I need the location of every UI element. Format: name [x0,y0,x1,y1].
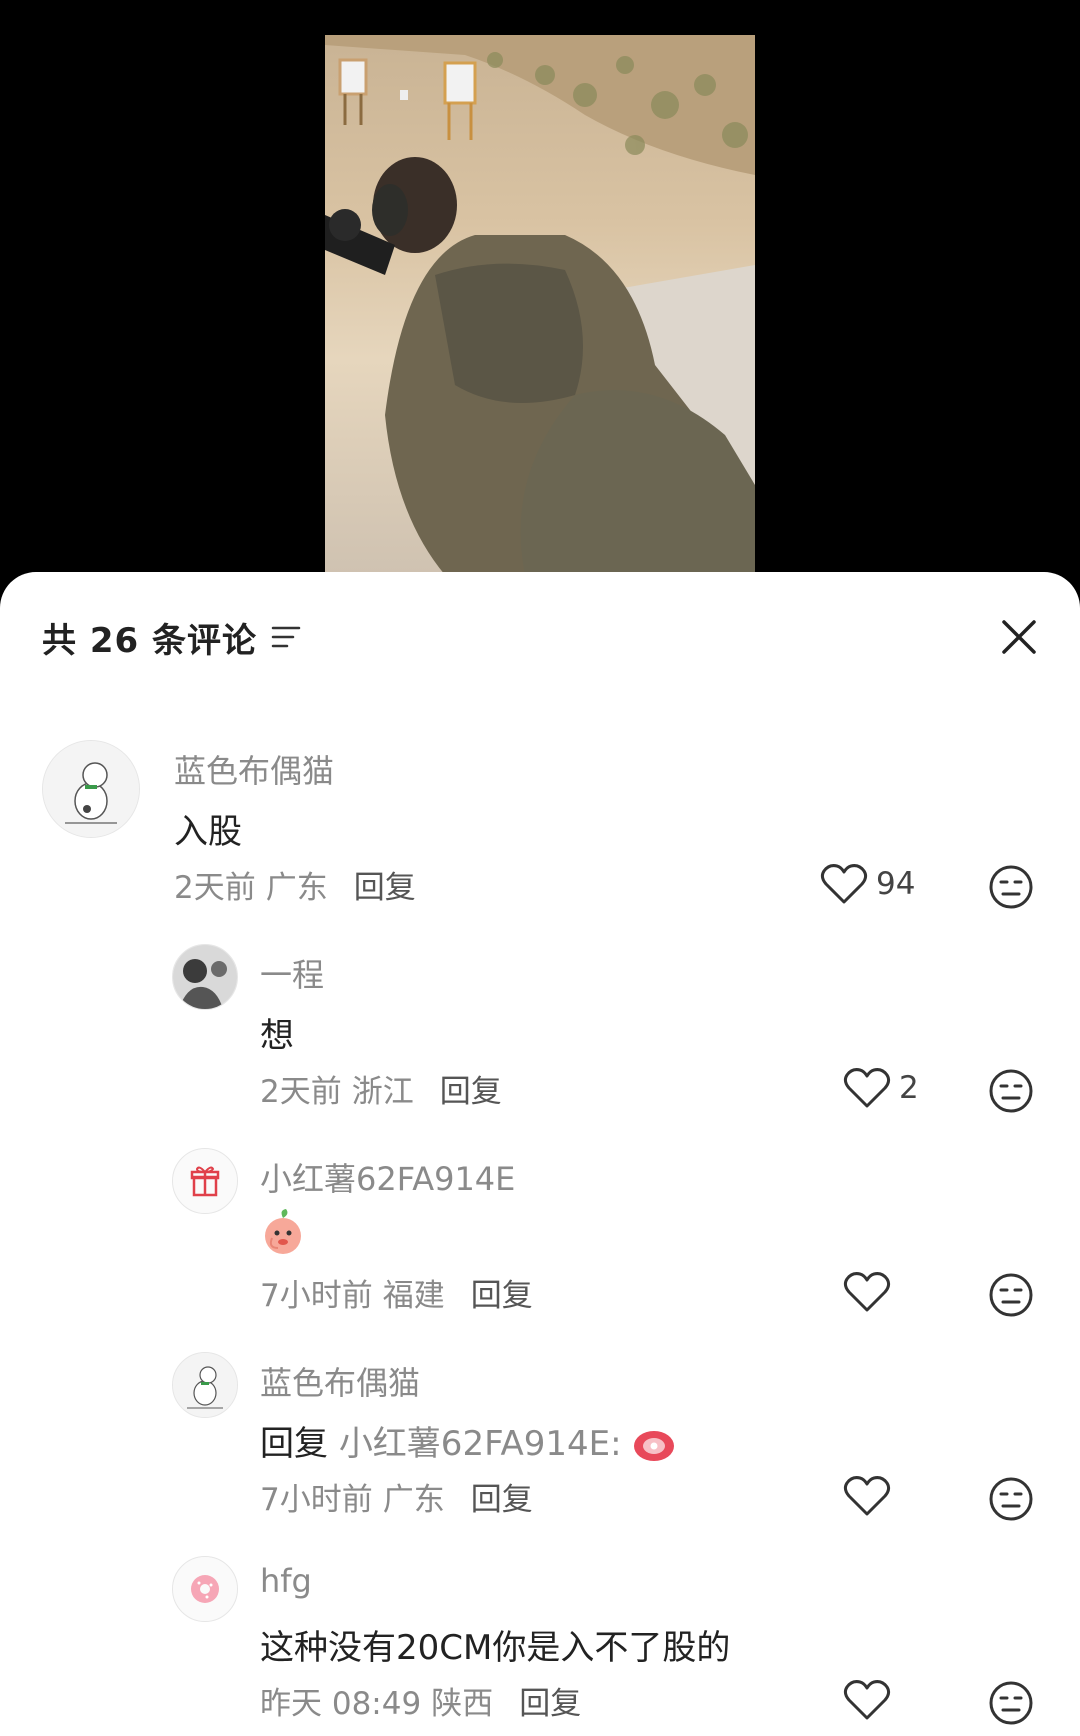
heart-outline-icon [843,1272,891,1312]
comment-time: 昨天 08:49 [260,1686,422,1722]
comment-text: 入股 [174,812,242,852]
avatar[interactable] [42,740,140,838]
heart-outline-icon [820,864,868,904]
meh-face-icon[interactable] [988,1272,1034,1318]
comment-location: 广东 [382,1482,445,1518]
ham-sticker-icon [634,1430,675,1461]
person-avatar-icon [173,945,237,1009]
comment-time: 2天前 [174,870,256,906]
comments-header: 共 26 条评论 [42,612,301,662]
comment-location: 福建 [382,1278,445,1314]
like-count: 94 [876,866,916,902]
meh-face-icon[interactable] [988,1068,1034,1114]
video-area[interactable] [0,0,1080,575]
avatar[interactable] [172,944,238,1010]
reply-button[interactable]: 回复 [519,1686,581,1722]
cat-avatar-icon [43,741,139,837]
avatar[interactable] [172,1556,238,1622]
reply-prefix: 回复 [260,1424,328,1464]
comment-text: 想 [260,1016,294,1056]
comment-location: 陕西 [431,1686,494,1722]
comment-username[interactable]: hfg [260,1562,312,1600]
heart-outline-icon [843,1476,891,1516]
comment-username[interactable]: 一程 [260,950,324,996]
comment-time: 7小时前 [260,1278,373,1314]
avatar[interactable] [172,1352,238,1418]
comment-time: 2天前 [260,1074,342,1110]
like-button[interactable]: 2 [843,1066,919,1110]
comment-text: 这种没有20CM你是入不了股的 [260,1628,731,1668]
meh-face-icon[interactable] [988,1680,1034,1726]
reply-button[interactable]: 回复 [354,870,416,906]
comment-username[interactable]: 小红薯62FA914E [260,1154,515,1200]
comment-meta: 7小时前 福建 回复 [260,1270,533,1315]
video-scene-image [325,35,755,575]
gift-avatar-icon [173,1149,237,1213]
sort-lines-icon[interactable] [271,624,301,650]
comment-username[interactable]: 蓝色布偶猫 [174,746,334,792]
cat-avatar-icon [173,1353,237,1417]
avatar[interactable] [172,1148,238,1214]
comment-meta: 昨天 08:49 陕西 回复 [260,1678,581,1723]
peach-sticker-icon [265,1209,301,1254]
comment-username[interactable]: 蓝色布偶猫 [260,1358,420,1404]
comment-meta: 7小时前 广东 回复 [260,1474,533,1519]
like-button[interactable] [843,1270,891,1314]
donut-avatar-icon [173,1557,237,1621]
comment-text: 回复 小红薯62FA914E: [260,1416,676,1465]
like-button[interactable]: 94 [820,862,915,906]
heart-outline-icon [843,1680,891,1720]
video-thumbnail[interactable] [325,35,755,575]
heart-outline-icon [843,1068,891,1108]
reply-target-username[interactable]: 小红薯62FA914E: [339,1424,622,1464]
comment-meta: 2天前 广东 回复 [174,862,416,907]
like-button[interactable] [843,1474,891,1518]
meh-face-icon[interactable] [988,1476,1034,1522]
comments-sheet: 共 26 条评论 蓝色布偶猫 入股 2天前 广东 回复 94 一程 想 2天前 … [0,572,1080,1736]
comment-count-title: 共 26 条评论 [42,620,257,661]
comment-location: 浙江 [351,1074,414,1110]
reply-button[interactable]: 回复 [471,1482,533,1518]
close-icon[interactable] [994,612,1044,662]
comment-meta: 2天前 浙江 回复 [260,1066,502,1111]
reply-button[interactable]: 回复 [471,1278,533,1314]
comment-time: 7小时前 [260,1482,373,1518]
like-button[interactable] [843,1678,891,1722]
reply-button[interactable]: 回复 [440,1074,502,1110]
like-count: 2 [899,1070,919,1106]
meh-face-icon[interactable] [988,864,1034,910]
comment-location: 广东 [265,870,328,906]
